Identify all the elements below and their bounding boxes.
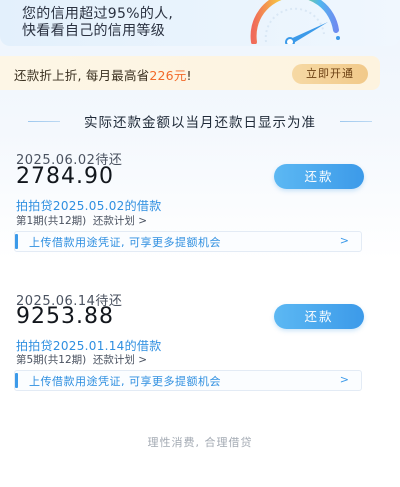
repayment-plan-link[interactable]: 还款计划 >: [93, 215, 147, 227]
heading-divider-right: [340, 121, 372, 122]
repay-button[interactable]: 还款: [274, 304, 364, 329]
chevron-right-icon: >: [339, 234, 349, 247]
loan-period: 第5期(共12期) 还款计划 >: [16, 352, 147, 367]
upload-proof-text: 上传借款用途凭证, 可享更多提额机会: [29, 375, 221, 388]
installment-label: 第5期(共12期): [16, 354, 87, 366]
loan-period: 第1期(共12期) 还款计划 >: [16, 213, 147, 228]
installment-label: 第1期(共12期): [16, 215, 87, 227]
credit-gauge-icon: [250, 0, 340, 44]
upload-accent-bar: [15, 373, 18, 388]
loan-source: 拍拍贷2025.05.02的借款: [16, 199, 162, 213]
upload-proof-text: 上传借款用途凭证, 可享更多提额机会: [29, 236, 221, 249]
repayment-amount: 9253.88: [16, 304, 114, 329]
credit-score-banner[interactable]: 您的信用超过95%的人, 快看看自己的信用等级: [0, 0, 400, 46]
repayment-amount: 2784.90: [16, 164, 114, 189]
upload-proof-banner[interactable]: 上传借款用途凭证, 可享更多提额机会 >: [14, 370, 362, 391]
repayment-plan-link[interactable]: 还款计划 >: [93, 354, 147, 366]
promo-amount: 226元: [149, 68, 187, 83]
promo-prefix: 还款折上折, 每月最高省: [14, 68, 150, 83]
chevron-right-icon: >: [339, 373, 349, 386]
upload-proof-banner[interactable]: 上传借款用途凭证, 可享更多提额机会 >: [14, 231, 362, 252]
upload-accent-bar: [15, 234, 18, 249]
promo-suffix: !: [186, 68, 192, 83]
promo-text: 还款折上折, 每月最高省226元!: [14, 65, 192, 84]
activate-now-button[interactable]: 立即开通: [292, 64, 368, 84]
credit-banner-line2: 快看看自己的信用等级: [22, 23, 165, 39]
footer-slogan: 理性消费, 合理借贷: [147, 436, 253, 449]
repay-button[interactable]: 还款: [274, 164, 364, 189]
